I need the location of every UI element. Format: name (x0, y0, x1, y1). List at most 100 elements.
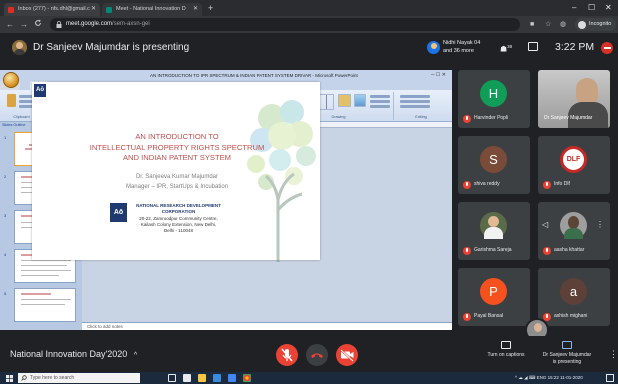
notifications-icon[interactable] (606, 374, 614, 382)
mic-off-icon (463, 114, 471, 123)
store-icon[interactable] (213, 374, 221, 382)
minimize-button[interactable]: – (572, 2, 576, 13)
slide-thumbnail[interactable] (14, 288, 76, 322)
select-button[interactable] (400, 105, 430, 108)
quick-styles-icon[interactable] (354, 94, 366, 107)
participant-avatar: P (480, 278, 507, 305)
tab-meet-label: Meet - National Innovation D (116, 6, 186, 12)
participant-tile[interactable]: DLF Info Dlf (538, 136, 610, 194)
back-button[interactable]: ← (6, 19, 14, 30)
more-options-icon[interactable]: ⋮ (609, 348, 618, 360)
hang-up-button[interactable] (306, 344, 328, 366)
close-tab-icon[interactable]: ✕ (91, 3, 96, 16)
more-options-icon[interactable]: ⋮ (596, 220, 604, 229)
participant-name: Dr Sanjeev Majumdar (544, 115, 593, 121)
find-button[interactable] (400, 95, 430, 98)
url-path: /sem-axsn-gei (112, 21, 150, 27)
slide-title: AN INTRODUCTION TO INTELLECTUAL PROPERTY… (72, 132, 282, 164)
taskbar-search-box[interactable]: Type here to search (18, 373, 140, 383)
mic-off-icon (281, 348, 293, 362)
new-tab-button[interactable]: + (208, 3, 213, 14)
participant-tile[interactable]: ◁ ⋮ aasha khattar (538, 202, 610, 260)
participant-avatar: S (480, 146, 507, 173)
participant-name: Payal Bansal (474, 313, 504, 319)
meeting-name: National Innovation Day'2020 (10, 349, 128, 359)
star-icon[interactable]: ☆ (545, 19, 551, 30)
participant-name: ashish mighani (554, 313, 588, 319)
presenting-button[interactable]: Dr Sanjeev Majumdar is presenting (533, 341, 601, 365)
participant-tile[interactable]: a ashish mighani (538, 268, 610, 326)
system-tray[interactable]: ^ ☁ ◢ ⌨ ENG 15:22 11-01-2020 (515, 372, 583, 384)
chevron-up-icon: ^ (133, 352, 138, 359)
close-tab-icon[interactable]: ✕ (193, 3, 198, 16)
file-explorer-icon[interactable] (198, 374, 206, 382)
incognito-label: Incognito (589, 21, 612, 27)
captions-label: Turn on captions (487, 352, 525, 358)
mic-off-icon (463, 312, 471, 321)
camera-toggle-button[interactable] (336, 344, 358, 366)
participant-tile[interactable]: Garishma Sareja (458, 202, 530, 260)
thumb-line (21, 270, 71, 272)
incognito-badge[interactable]: Incognito (575, 18, 617, 31)
people-count: 39 (507, 44, 513, 49)
shape-fill[interactable] (370, 95, 390, 98)
close-window-button[interactable]: ✕ (605, 2, 612, 13)
paste-icon[interactable] (7, 94, 16, 107)
slides-panel-tabs[interactable]: Slides Outline (2, 123, 25, 128)
tab-meet[interactable]: Meet - National Innovation D ✕ (102, 3, 202, 16)
thumb-line (21, 275, 59, 277)
participant-tile[interactable]: H Harvinder Popli (458, 70, 530, 128)
presenter-face (576, 78, 598, 104)
captions-icon (501, 341, 511, 349)
notes-placeholder: Click to add notes (87, 324, 123, 329)
participant-avatar[interactable] (427, 41, 440, 54)
participant-tile[interactable]: S shiva reddy (458, 136, 530, 194)
meet-header: Dr Sanjeev Majumdar is presenting Nidhi … (0, 33, 618, 63)
nrdc-logo: Aō (110, 203, 127, 222)
participant-grid: H Harvinder Popli Dr Sanjeev Majumdar S … (458, 70, 614, 334)
participant-name: aasha khattar (554, 247, 585, 253)
forward-button[interactable]: → (20, 19, 28, 30)
ribbon-group-editing: Editing (396, 92, 446, 120)
shared-screen: AN INTRODUCTION TO IPR SPECTRUM & INDIAN… (0, 70, 452, 330)
avatar-body (484, 227, 503, 239)
participant-tile[interactable]: P Payal Bansal (458, 268, 530, 326)
captions-button[interactable]: Turn on captions (483, 341, 529, 359)
organization-block: NATIONAL RESEARCH DEVELOPMENT CORPORATIO… (131, 203, 226, 234)
reload-button[interactable] (34, 19, 42, 30)
task-view-icon[interactable] (168, 374, 176, 382)
presenting-label: Dr Sanjeev Majumdar (542, 352, 592, 358)
maximize-button[interactable]: ☐ (588, 2, 595, 13)
address-bar[interactable]: meet.google.com/sem-axsn-gei (50, 18, 520, 31)
organization-name: NATIONAL RESEARCH DEVELOPMENT CORPORATIO… (136, 203, 221, 215)
shape-outline[interactable] (370, 100, 390, 103)
chrome-icon[interactable] (243, 374, 251, 382)
mic-toggle-button[interactable] (276, 344, 298, 366)
search-icon (21, 375, 27, 381)
people-button[interactable]: ☗39 (500, 41, 512, 56)
replace-button[interactable] (400, 100, 430, 103)
pin-icon[interactable]: ◁ (542, 220, 548, 229)
presenting-label: is presenting (552, 358, 582, 365)
mail-icon[interactable] (228, 374, 236, 382)
edge-icon[interactable] (183, 374, 191, 382)
meeting-details-button[interactable]: National Innovation Day'2020 ^ (10, 348, 137, 362)
tab-gmail[interactable]: Inbox (277) - nfs.dhl@gmail.c ✕ (4, 3, 100, 16)
mic-off-icon (543, 312, 551, 321)
extension-icon[interactable]: ◍ (560, 19, 566, 30)
shape-effects[interactable] (370, 105, 390, 108)
lock-icon (56, 20, 62, 28)
camera-icon[interactable]: ■ (530, 19, 534, 30)
notes-pane[interactable]: Click to add notes (82, 322, 452, 330)
chat-icon[interactable] (528, 42, 538, 51)
windows-start-icon[interactable] (6, 374, 13, 382)
participant-tile-presenter[interactable]: Dr Sanjeev Majumdar (538, 70, 610, 128)
thumb-line (21, 293, 51, 295)
arrange-icon[interactable] (338, 94, 351, 107)
office-button[interactable] (3, 72, 19, 88)
incognito-icon (578, 20, 586, 29)
current-slide[interactable]: Aō AN INTRODUCTION TO INTELLECTUAL PROPE… (32, 82, 320, 262)
participants-summary[interactable]: Nidhi Nayak 04 and 36 more (443, 39, 480, 55)
powerpoint-window-controls[interactable]: ─ ☐ ✕ (431, 70, 446, 81)
participant-avatar (560, 212, 587, 239)
